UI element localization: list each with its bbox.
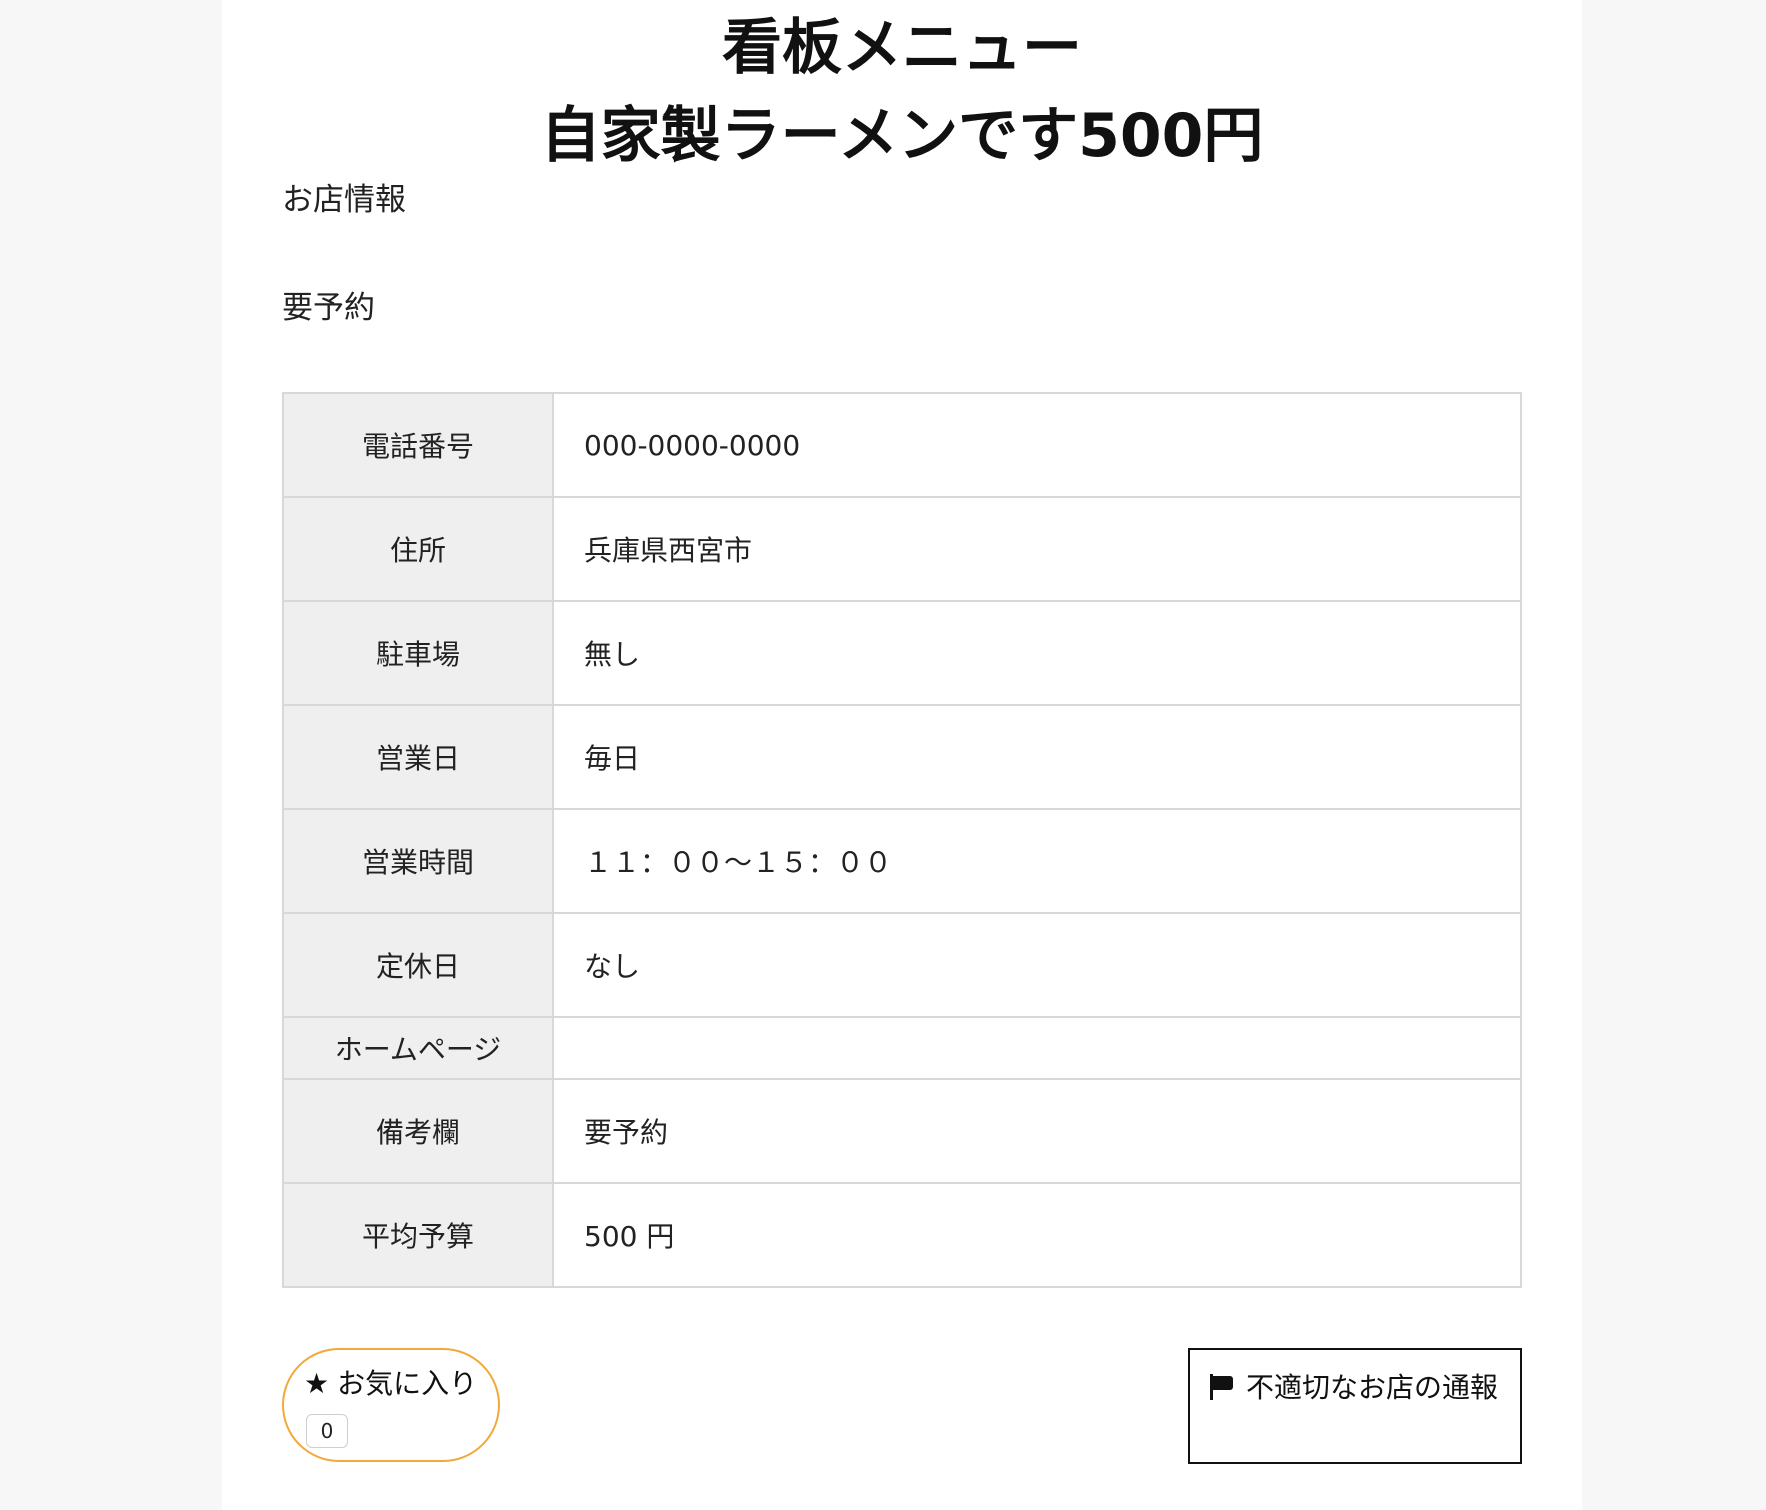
row-label: 電話番号 (282, 392, 554, 498)
row-label: 駐車場 (282, 600, 554, 706)
row-value: 000-0000-0000 (552, 392, 1522, 498)
favorite-count-badge: 0 (306, 1414, 348, 1448)
row-value (552, 1016, 1522, 1080)
row-label: 営業日 (282, 704, 554, 810)
row-label: 定休日 (282, 912, 554, 1018)
reservation-notice: 要予約 (282, 290, 375, 326)
row-label: 住所 (282, 496, 554, 602)
row-value: 毎日 (552, 704, 1522, 810)
table-row-average-budget: 平均予算 500 円 (282, 1182, 1522, 1288)
star-icon: ★ (304, 1367, 330, 1400)
table-row-address: 住所 兵庫県西宮市 (282, 496, 1522, 602)
report-button-label: 不適切なお店の通報 (1208, 1370, 1498, 1406)
featured-menu-title-line2: 自家製ラーメンです500円 (540, 101, 1264, 171)
row-label: 平均予算 (282, 1182, 554, 1288)
table-row-business-hours: 営業時間 １１：００〜１５：００ (282, 808, 1522, 914)
row-value: 兵庫県西宮市 (552, 496, 1522, 602)
table-row-phone: 電話番号 000-0000-0000 (282, 392, 1522, 498)
report-label-text: 不適切なお店の通報 (1246, 1371, 1499, 1404)
row-value: 500 円 (552, 1182, 1522, 1288)
table-row-business-days: 営業日 毎日 (282, 704, 1522, 810)
table-row-remarks: 備考欄 要予約 (282, 1078, 1522, 1184)
row-value: 無し (552, 600, 1522, 706)
table-row-parking: 駐車場 無し (282, 600, 1522, 706)
main-content: 看板メニュー 自家製ラーメンです500円 お店情報 要予約 電話番号 000-0… (222, 0, 1582, 1510)
row-label: 備考欄 (282, 1078, 554, 1184)
table-row-closed-days: 定休日 なし (282, 912, 1522, 1018)
flag-icon (1208, 1374, 1236, 1400)
favorite-button-label: ★ お気に入り (304, 1366, 477, 1402)
featured-menu-title-line1: 看板メニュー (722, 13, 1082, 83)
row-value: 要予約 (552, 1078, 1522, 1184)
table-row-homepage: ホームページ (282, 1016, 1522, 1080)
featured-menu-title: 看板メニュー 自家製ラーメンです500円 (222, 4, 1582, 180)
favorite-button[interactable]: ★ お気に入り 0 (282, 1348, 500, 1462)
row-value: １１：００〜１５：００ (552, 808, 1522, 914)
row-value: なし (552, 912, 1522, 1018)
row-label: 営業時間 (282, 808, 554, 914)
shop-info-heading: お店情報 (282, 182, 406, 218)
shop-info-table: 電話番号 000-0000-0000 住所 兵庫県西宮市 駐車場 無し 営業日 … (282, 392, 1522, 1288)
report-shop-button[interactable]: 不適切なお店の通報 (1188, 1348, 1522, 1464)
row-label: ホームページ (282, 1016, 554, 1080)
favorite-label-text: お気に入り (337, 1367, 478, 1400)
